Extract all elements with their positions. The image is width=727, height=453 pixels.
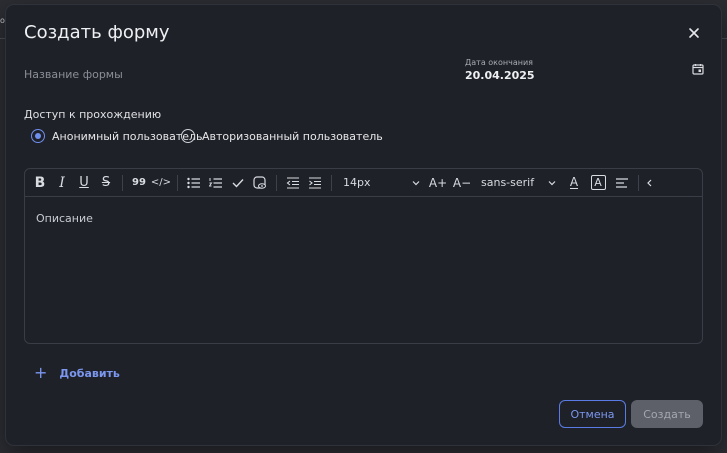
end-date-field[interactable]: Дата окончания 20.04.2025 <box>465 56 705 86</box>
italic-button[interactable]: I <box>51 172 73 194</box>
checklist-button[interactable] <box>227 172 249 194</box>
outdent-icon <box>286 176 299 189</box>
add-button[interactable]: + Добавить <box>34 363 120 382</box>
radio-unselected-icon <box>181 129 195 143</box>
ordered-list-icon <box>209 177 222 188</box>
check-icon <box>232 178 244 188</box>
ordered-list-button[interactable] <box>205 172 227 194</box>
outdent-button[interactable] <box>282 172 304 194</box>
code-button[interactable]: </> <box>150 172 172 194</box>
editor-toolbar: B I U S 99 </> 14px A+ A− sans-serif A A <box>25 169 702 197</box>
bold-button[interactable]: B <box>29 172 51 194</box>
cancel-button[interactable]: Отмена <box>559 400 626 428</box>
date-value[interactable]: 20.04.2025 <box>465 69 535 82</box>
increase-font-button[interactable]: A+ <box>427 172 449 194</box>
font-size-select[interactable]: 14px <box>343 172 423 194</box>
highlight-color-button[interactable]: A <box>587 172 609 194</box>
form-name-input[interactable] <box>24 63 444 85</box>
font-decrease-icon: A− <box>452 175 472 190</box>
font-size-value: 14px <box>343 176 371 189</box>
access-label: Доступ к прохождению <box>24 108 162 121</box>
align-button[interactable] <box>611 172 633 194</box>
highlight-color-icon: A <box>590 175 606 190</box>
bullet-list-button[interactable] <box>183 172 205 194</box>
radio-label: Авторизованный пользователь <box>202 129 383 143</box>
font-family-value: sans-serif <box>481 176 535 189</box>
quote-button[interactable]: 99 <box>128 172 150 194</box>
radio-authorized[interactable]: Авторизованный пользователь <box>181 128 383 144</box>
bullet-list-icon <box>187 177 200 188</box>
decrease-font-button[interactable]: A− <box>451 172 473 194</box>
text-color-icon: A <box>569 175 579 189</box>
toolbar-divider <box>276 174 277 191</box>
description-editor: B I U S 99 </> 14px A+ A− sans-serif A A… <box>24 168 703 344</box>
radio-selected-icon <box>31 129 45 143</box>
create-button[interactable]: Создать <box>631 400 703 428</box>
radio-label: Анонимный пользователь <box>52 129 203 143</box>
preview-icon <box>253 175 266 189</box>
font-increase-icon: A+ <box>428 175 448 190</box>
plus-icon: + <box>34 363 48 382</box>
close-icon <box>689 28 699 38</box>
radio-anonymous[interactable]: Анонимный пользователь <box>31 128 203 144</box>
date-label: Дата окончания <box>465 58 533 67</box>
chevron-down-icon <box>412 180 420 185</box>
indent-icon <box>309 176 321 189</box>
dialog-title: Создать форму <box>24 22 170 43</box>
toolbar-divider <box>638 174 639 191</box>
description-input[interactable] <box>36 212 691 332</box>
toolbar-divider <box>177 174 178 191</box>
text-color-button[interactable]: A <box>563 172 585 194</box>
toolbar-divider <box>122 174 123 191</box>
close-button[interactable] <box>686 25 702 41</box>
preview-button[interactable] <box>249 172 271 194</box>
create-form-dialog: Создать форму Дата окончания 20.04.2025 … <box>6 5 721 445</box>
add-label: Добавить <box>59 366 120 380</box>
toolbar-divider <box>331 174 332 191</box>
strikethrough-button[interactable]: S <box>95 172 117 194</box>
font-family-select[interactable]: sans-serif <box>481 172 559 194</box>
chevron-left-icon <box>647 179 652 186</box>
calendar-icon[interactable] <box>692 63 704 75</box>
chevron-down-icon <box>548 180 556 185</box>
align-left-icon <box>616 177 628 188</box>
toolbar-scroll-button[interactable] <box>644 172 654 194</box>
underline-button[interactable]: U <box>73 172 95 194</box>
indent-button[interactable] <box>304 172 326 194</box>
